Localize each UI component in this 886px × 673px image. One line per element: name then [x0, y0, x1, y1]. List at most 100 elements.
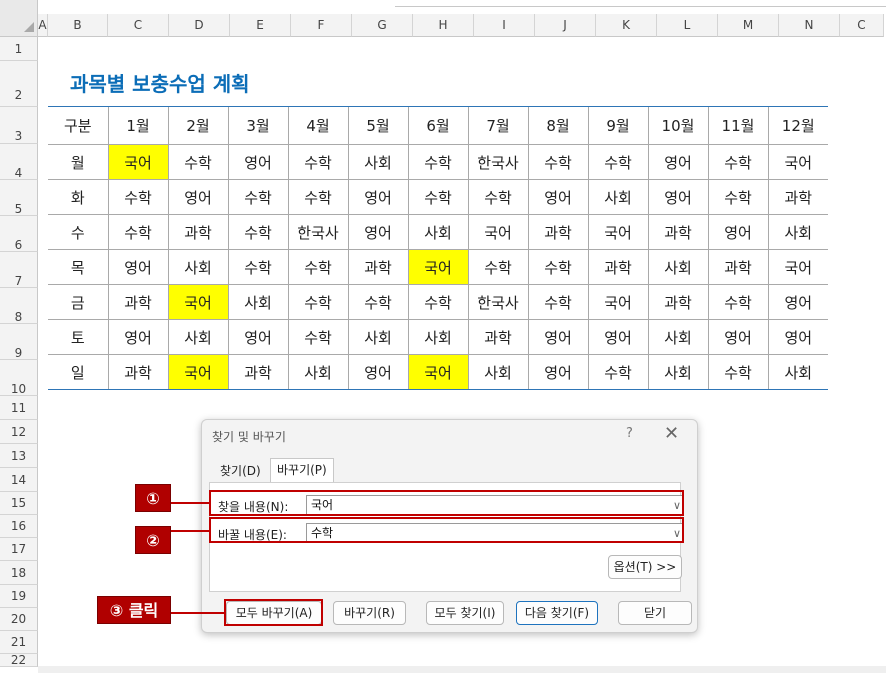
subject-cell[interactable]: 국어: [407, 354, 468, 390]
subject-cell[interactable]: 영어: [347, 179, 408, 215]
subject-cell[interactable]: 한국사: [287, 214, 348, 250]
column-header[interactable]: J: [535, 14, 596, 37]
column-header-cell[interactable]: 4월: [287, 106, 348, 145]
subject-cell[interactable]: 수학: [527, 144, 588, 180]
subject-cell[interactable]: 사회: [587, 179, 648, 215]
subject-cell[interactable]: 영어: [707, 214, 768, 250]
row-header[interactable]: 15: [0, 492, 38, 515]
day-cell[interactable]: 수: [48, 214, 108, 250]
subject-cell[interactable]: 국어: [767, 249, 828, 285]
row-header[interactable]: 8: [0, 288, 38, 324]
row-header[interactable]: 22: [0, 654, 38, 667]
subject-cell[interactable]: 수학: [587, 354, 648, 390]
column-header-cell[interactable]: 10월: [647, 106, 708, 145]
row-header[interactable]: 18: [0, 561, 38, 585]
subject-cell[interactable]: 수학: [407, 284, 468, 320]
row-header[interactable]: 10: [0, 360, 38, 396]
subject-cell[interactable]: 과학: [227, 354, 288, 390]
subject-cell[interactable]: 과학: [647, 284, 708, 320]
row-header[interactable]: 9: [0, 324, 38, 360]
subject-cell[interactable]: 수학: [467, 179, 528, 215]
subject-cell[interactable]: 과학: [647, 214, 708, 250]
subject-cell[interactable]: 수학: [407, 144, 468, 180]
subject-cell[interactable]: 영어: [767, 284, 828, 320]
subject-cell[interactable]: 영어: [227, 144, 288, 180]
row-header[interactable]: 2: [0, 61, 38, 107]
column-header[interactable]: M: [718, 14, 779, 37]
subject-cell[interactable]: 수학: [467, 249, 528, 285]
row-header[interactable]: 11: [0, 396, 38, 420]
day-cell[interactable]: 토: [48, 319, 108, 355]
subject-cell[interactable]: 국어: [167, 284, 228, 320]
subject-cell[interactable]: 국어: [407, 249, 468, 285]
subject-cell[interactable]: 영어: [107, 249, 168, 285]
column-header-cell[interactable]: 8월: [527, 106, 588, 145]
subject-cell[interactable]: 수학: [407, 179, 468, 215]
column-header-cell[interactable]: 11월: [707, 106, 768, 145]
help-icon[interactable]: ?: [626, 426, 633, 441]
subject-cell[interactable]: 과학: [107, 354, 168, 390]
find-all-button[interactable]: 모두 찾기(I): [426, 601, 504, 625]
subject-cell[interactable]: 영어: [527, 354, 588, 390]
row-header[interactable]: 14: [0, 468, 38, 492]
subject-cell[interactable]: 사회: [767, 214, 828, 250]
column-header[interactable]: K: [596, 14, 657, 37]
subject-cell[interactable]: 과학: [707, 249, 768, 285]
subject-cell[interactable]: 국어: [587, 214, 648, 250]
column-header[interactable]: F: [291, 14, 352, 37]
day-cell[interactable]: 금: [48, 284, 108, 320]
subject-cell[interactable]: 영어: [527, 179, 588, 215]
subject-cell[interactable]: 과학: [167, 214, 228, 250]
options-button[interactable]: 옵션(T) >>: [608, 555, 682, 579]
subject-cell[interactable]: 국어: [167, 354, 228, 390]
subject-cell[interactable]: 수학: [587, 144, 648, 180]
subject-cell[interactable]: 영어: [347, 214, 408, 250]
subject-cell[interactable]: 사회: [287, 354, 348, 390]
subject-cell[interactable]: 사회: [407, 319, 468, 355]
day-cell[interactable]: 화: [48, 179, 108, 215]
subject-cell[interactable]: 한국사: [467, 144, 528, 180]
row-header[interactable]: 20: [0, 608, 38, 631]
row-header[interactable]: 21: [0, 631, 38, 654]
column-header[interactable]: A: [38, 14, 48, 37]
subject-cell[interactable]: 영어: [347, 354, 408, 390]
column-header[interactable]: C: [840, 14, 884, 37]
subject-cell[interactable]: 영어: [767, 319, 828, 355]
subject-cell[interactable]: 사회: [167, 249, 228, 285]
column-header[interactable]: N: [779, 14, 840, 37]
subject-cell[interactable]: 수학: [287, 249, 348, 285]
subject-cell[interactable]: 수학: [527, 249, 588, 285]
subject-cell[interactable]: 영어: [227, 319, 288, 355]
subject-cell[interactable]: 수학: [287, 144, 348, 180]
row-header[interactable]: 13: [0, 444, 38, 468]
column-header-cell[interactable]: 12월: [767, 106, 828, 145]
column-header-cell[interactable]: 2월: [167, 106, 228, 145]
column-header-cell[interactable]: 5월: [347, 106, 408, 145]
column-header[interactable]: E: [230, 14, 291, 37]
row-header[interactable]: 5: [0, 180, 38, 216]
row-header[interactable]: 12: [0, 420, 38, 444]
column-header-cell[interactable]: 9월: [587, 106, 648, 145]
subject-cell[interactable]: 사회: [647, 319, 708, 355]
column-header[interactable]: I: [474, 14, 535, 37]
subject-cell[interactable]: 수학: [707, 144, 768, 180]
subject-cell[interactable]: 영어: [647, 144, 708, 180]
subject-cell[interactable]: 수학: [287, 284, 348, 320]
row-header[interactable]: 6: [0, 216, 38, 252]
column-header[interactable]: C: [108, 14, 169, 37]
subject-cell[interactable]: 사회: [347, 319, 408, 355]
subject-cell[interactable]: 과학: [527, 214, 588, 250]
row-header[interactable]: 19: [0, 585, 38, 608]
subject-cell[interactable]: 국어: [107, 144, 168, 180]
subject-cell[interactable]: 수학: [707, 284, 768, 320]
subject-cell[interactable]: 수학: [227, 214, 288, 250]
close-icon[interactable]: ✕: [664, 423, 679, 444]
subject-cell[interactable]: 수학: [227, 179, 288, 215]
subject-cell[interactable]: 영어: [707, 319, 768, 355]
column-header-cell[interactable]: 7월: [467, 106, 528, 145]
day-cell[interactable]: 월: [48, 144, 108, 180]
subject-cell[interactable]: 사회: [407, 214, 468, 250]
day-cell[interactable]: 일: [48, 354, 108, 390]
column-header-cell[interactable]: 6월: [407, 106, 468, 145]
subject-cell[interactable]: 국어: [587, 284, 648, 320]
